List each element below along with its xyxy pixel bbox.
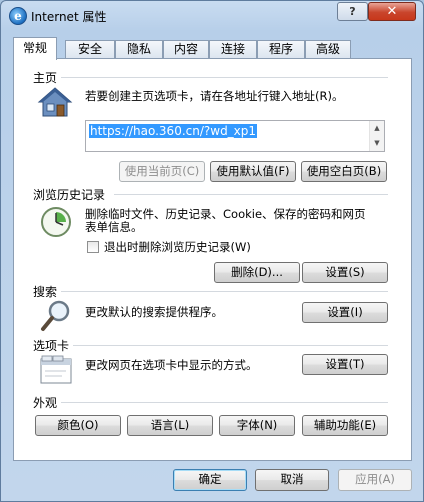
accessibility-button[interactable]: 辅助功能(E) <box>302 415 388 436</box>
tabs-icon <box>40 355 72 384</box>
homepage-heading: 主页 <box>33 69 62 86</box>
tab-connections[interactable]: 连接 <box>209 40 257 59</box>
apply-button[interactable]: 应用(A) <box>338 469 412 491</box>
search-heading: 搜索 <box>33 283 62 300</box>
history-divider <box>114 194 388 195</box>
url-scrollbar[interactable]: ▲ ▼ <box>369 121 384 151</box>
homepage-divider <box>52 77 388 78</box>
title-bar: e Internet 属性 ? ✕ <box>1 1 423 31</box>
history-clock-icon <box>41 207 71 237</box>
delete-history-button[interactable]: 删除(D)... <box>214 262 300 283</box>
homepage-description: 若要创建主页选项卡，请在各地址行键入地址(R)。 <box>85 89 344 103</box>
history-description-line2: 表单信息。 <box>85 220 143 234</box>
tab-privacy[interactable]: 隐私 <box>115 40 163 59</box>
history-settings-button[interactable]: 设置(S) <box>302 262 388 283</box>
search-divider <box>60 291 388 292</box>
help-button[interactable]: ? <box>337 2 368 21</box>
tabs-heading: 选项卡 <box>33 337 74 354</box>
tab-advanced[interactable]: 高级 <box>305 40 351 59</box>
close-button[interactable]: ✕ <box>368 2 416 21</box>
internet-explorer-icon: e <box>9 7 27 25</box>
use-current-button[interactable]: 使用当前页(C) <box>119 161 205 182</box>
home-icon <box>37 87 73 117</box>
tabs-description: 更改网页在选项卡中显示的方式。 <box>85 358 258 372</box>
homepage-url-value: https://hao.360.cn/?wd_xp1 <box>89 124 258 138</box>
internet-properties-window: e Internet 属性 ? ✕ 常规 安全 隐私 内容 连接 程序 高级 主… <box>0 0 424 502</box>
languages-button[interactable]: 语言(L) <box>127 415 213 436</box>
cancel-button[interactable]: 取消 <box>255 469 329 491</box>
delete-on-exit-checkbox[interactable] <box>87 241 99 253</box>
tab-programs[interactable]: 程序 <box>257 40 305 59</box>
scroll-up-icon[interactable]: ▲ <box>370 121 384 135</box>
use-blank-button[interactable]: 使用空白页(B) <box>301 161 387 182</box>
scroll-down-icon[interactable]: ▼ <box>370 136 384 150</box>
homepage-url-textarea[interactable]: https://hao.360.cn/?wd_xp1 ▲ ▼ <box>85 120 385 152</box>
magnifier-icon <box>41 300 70 331</box>
tabs-settings-button[interactable]: 设置(T) <box>302 354 388 375</box>
colors-button[interactable]: 颜色(O) <box>35 415 121 436</box>
appearance-heading: 外观 <box>33 394 62 411</box>
ok-button[interactable]: 确定 <box>173 469 247 491</box>
tab-security[interactable]: 安全 <box>65 40 115 59</box>
search-settings-button[interactable]: 设置(I) <box>302 302 388 323</box>
tab-general[interactable]: 常规 <box>13 37 57 60</box>
tab-content[interactable]: 内容 <box>163 40 209 59</box>
history-description-line1: 删除临时文件、历史记录、Cookie、保存的密码和网页 <box>85 207 366 221</box>
window-title: Internet 属性 <box>31 10 107 24</box>
history-heading: 浏览历史记录 <box>33 186 110 203</box>
search-description: 更改默认的搜索提供程序。 <box>85 305 223 319</box>
appearance-divider <box>60 402 388 403</box>
delete-on-exit-label[interactable]: 退出时删除浏览历史记录(W) <box>104 240 251 254</box>
fonts-button[interactable]: 字体(N) <box>219 415 295 436</box>
tabs-divider <box>72 345 388 346</box>
general-tab-panel: 主页 若要创建主页选项卡，请在各地址行键入地址(R)。 https://hao.… <box>13 58 412 461</box>
use-default-button[interactable]: 使用默认值(F) <box>210 161 296 182</box>
